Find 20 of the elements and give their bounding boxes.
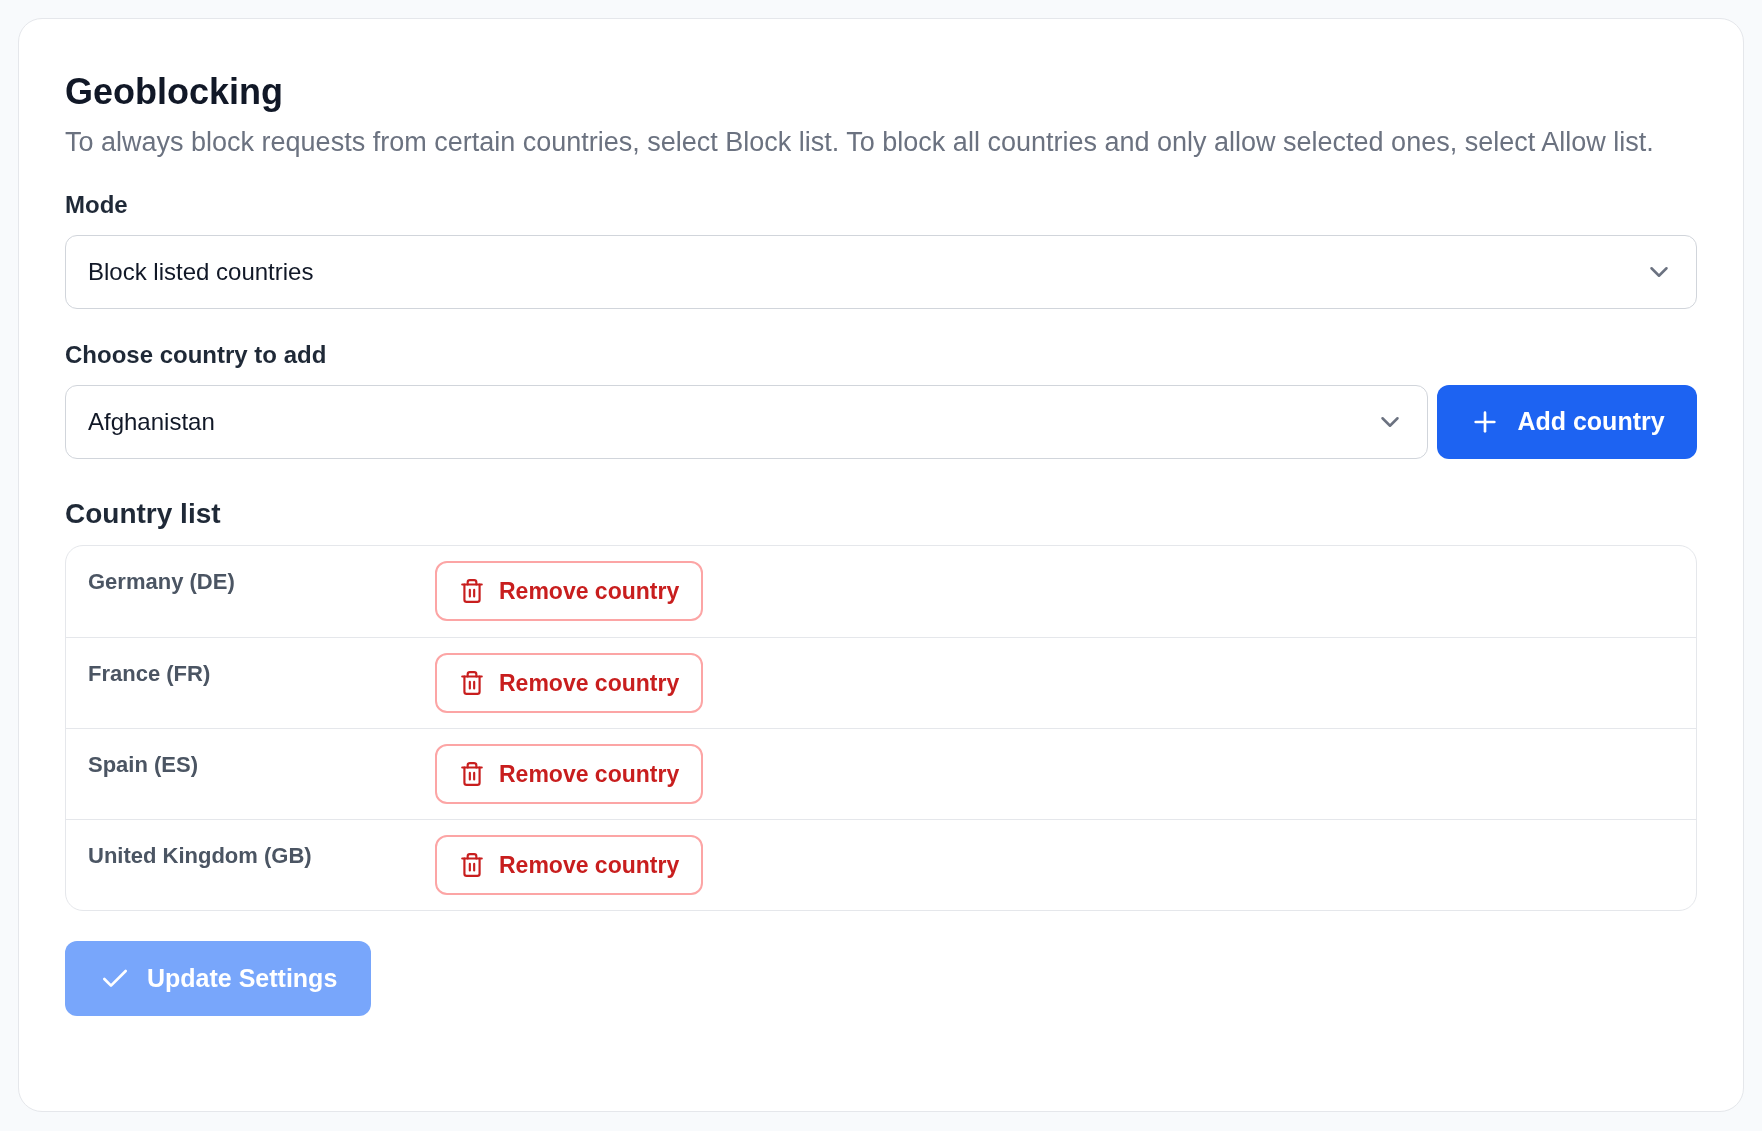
field-label: Mode — [65, 190, 129, 220]
country-name: Spain (ES) — [88, 751, 199, 779]
country-select[interactable]: Afghanistan — [65, 385, 1428, 459]
trash-icon — [459, 761, 485, 787]
trash-icon — [459, 578, 485, 604]
remove-country-button[interactable]: Remove country — [435, 835, 704, 895]
remove-country-button[interactable]: Remove country — [435, 561, 704, 621]
add-country-button[interactable]: Add country — [1437, 385, 1697, 459]
country-name: Germany (DE) — [88, 568, 236, 596]
section-title: Country list — [65, 497, 222, 531]
trash-icon — [459, 852, 485, 878]
remove-country-button[interactable]: Remove country — [435, 744, 704, 804]
mode-select[interactable]: Block listed countries — [65, 235, 1697, 309]
trash-icon — [459, 670, 485, 696]
country-name: France (FR) — [88, 660, 212, 688]
remove-country-button[interactable]: Remove country — [435, 653, 704, 713]
page-title: Geoblocking — [65, 70, 285, 114]
description: To always block requests from certain countries, select Block list. To block all countries and only allow selected ones, select Allow list. — [65, 126, 1655, 159]
country-name: United Kingdom (GB) — [88, 842, 313, 870]
field-label: Choose country to add — [65, 340, 328, 370]
